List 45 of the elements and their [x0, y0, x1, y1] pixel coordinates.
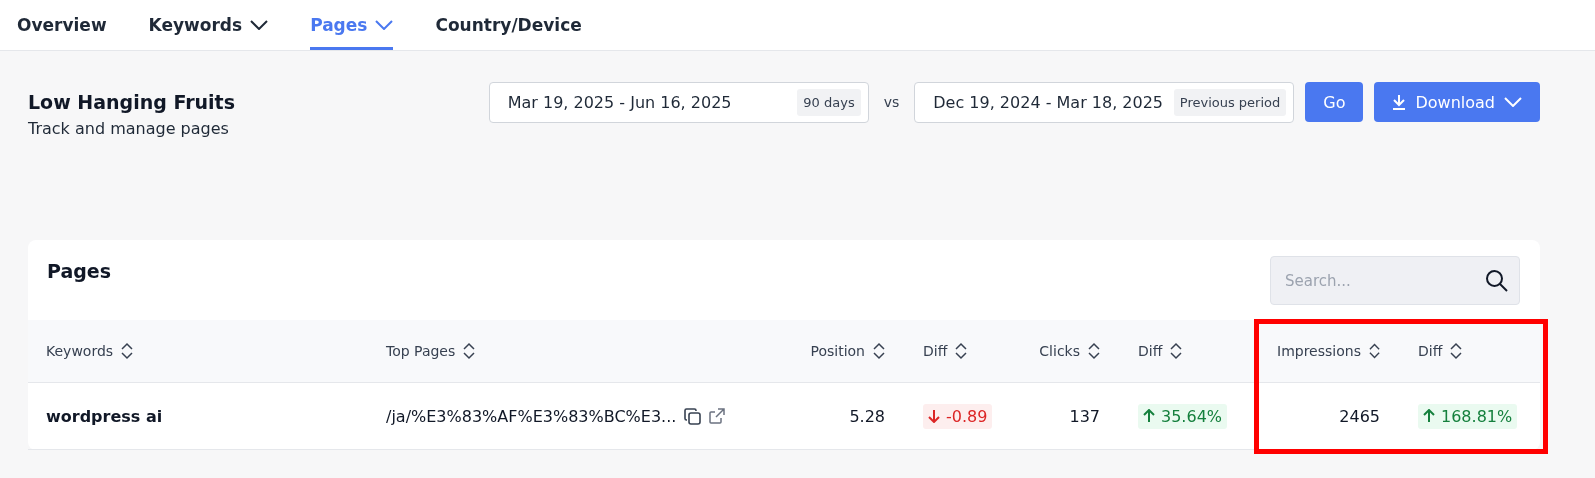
nav-tab[interactable]: Keywords: [148, 0, 269, 50]
search-field[interactable]: Search...: [1270, 256, 1520, 305]
nav-tab[interactable]: Overview: [17, 0, 107, 50]
column-header[interactable]: Position: [790, 320, 905, 383]
column-header[interactable]: Top Pages: [368, 320, 790, 383]
sort-icon: [873, 342, 885, 360]
sort-icon: [1450, 342, 1463, 360]
date-range-field[interactable]: Mar 19, 2025 - Jun 16, 2025 90 days: [488, 82, 869, 123]
chevron-down-icon: [1504, 97, 1522, 107]
compare-range-field[interactable]: Dec 19, 2024 - Mar 18, 2025 Previous period: [914, 82, 1295, 123]
sort-icon: [1170, 342, 1183, 360]
column-header[interactable]: Diff: [905, 320, 1020, 383]
go-button[interactable]: Go: [1305, 82, 1364, 122]
arrow-up-icon: [1143, 409, 1155, 423]
external-link-icon[interactable]: [709, 408, 726, 424]
change-badge: 35.64%: [1138, 403, 1227, 429]
number-text: 5.28: [849, 406, 885, 426]
search-icon: [1485, 269, 1508, 292]
download-icon: [1392, 94, 1407, 110]
column-header[interactable]: Diff: [1120, 320, 1260, 383]
number-text: 137: [1069, 406, 1100, 426]
column-header[interactable]: Keywords: [28, 320, 368, 383]
sort-icon: [463, 342, 476, 360]
sort-icon: [1368, 342, 1380, 360]
range-badge: Previous period: [1173, 89, 1287, 116]
change-badge: -0.89: [923, 403, 993, 429]
number-text: 2465: [1339, 406, 1380, 426]
nav-tab[interactable]: Pages: [310, 0, 394, 50]
arrow-up-icon: [1423, 409, 1435, 423]
change-badge: 168.81%: [1418, 403, 1518, 429]
card-title: Pages: [47, 260, 112, 284]
keyword-text: wordpress ai: [46, 406, 163, 426]
page-subtitle: Track and manage pages: [28, 119, 230, 138]
arrow-down-icon: [928, 409, 940, 423]
sort-icon: [121, 342, 134, 360]
column-header[interactable]: Clicks: [1020, 320, 1120, 383]
sort-icon: [955, 342, 968, 360]
sort-icon: [1088, 342, 1100, 360]
page-url: /ja/%E3%83%AF%E3%83%BC%E3...: [386, 406, 677, 426]
vs-label: vs: [883, 93, 900, 112]
nav-tab[interactable]: Country/Device: [435, 0, 582, 50]
page-title: Low Hanging Fruits: [28, 91, 235, 113]
download-button[interactable]: Download: [1374, 82, 1540, 122]
copy-icon[interactable]: [684, 407, 702, 425]
range-badge: 90 days: [797, 89, 861, 116]
